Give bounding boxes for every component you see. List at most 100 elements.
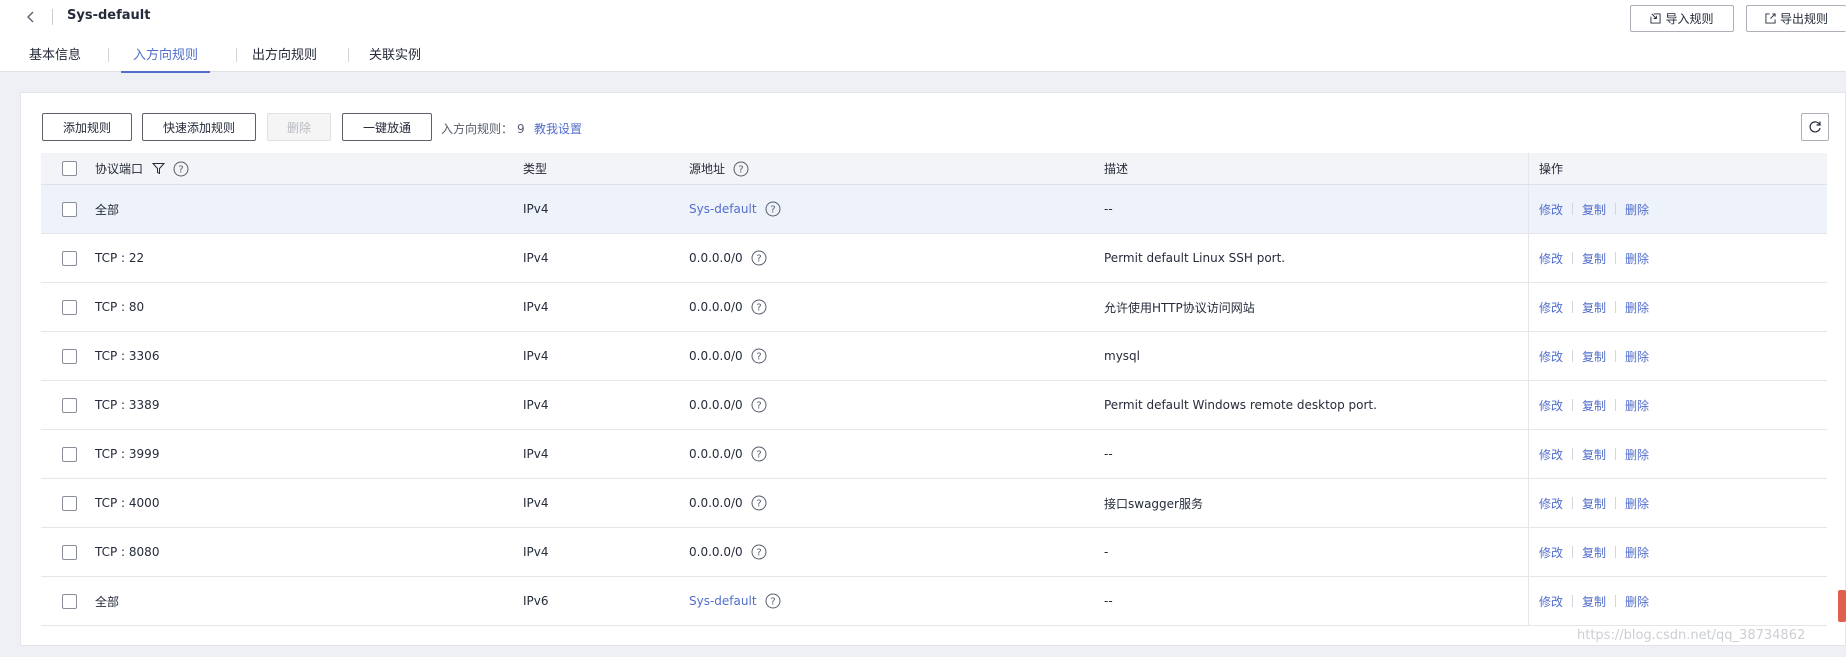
port-cell: TCP : 3306: [95, 349, 160, 363]
refresh-button[interactable]: [1801, 113, 1829, 141]
source-value: 0.0.0.0/0: [689, 251, 743, 265]
source-value: 0.0.0.0/0: [689, 496, 743, 510]
help-icon[interactable]: ?: [751, 446, 767, 462]
help-icon[interactable]: ?: [751, 544, 767, 560]
help-icon[interactable]: ?: [173, 161, 189, 177]
help-icon[interactable]: ?: [765, 593, 781, 609]
help-icon[interactable]: ?: [751, 299, 767, 315]
action-divider: [1615, 546, 1617, 558]
filter-icon[interactable]: [152, 162, 166, 175]
actions-cell: 修改 复制 删除: [1539, 185, 1649, 233]
quick-add-rule-button[interactable]: 快速添加规则: [142, 113, 256, 141]
back-button[interactable]: [20, 6, 42, 28]
row-checkbox[interactable]: [62, 495, 77, 511]
action-divider: [1572, 301, 1574, 313]
actions-cell: 修改 复制 删除: [1539, 283, 1649, 331]
help-icon[interactable]: ?: [751, 495, 767, 511]
copy-link[interactable]: 复制: [1582, 397, 1606, 414]
column-divider: [1528, 430, 1529, 478]
action-divider: [1615, 252, 1617, 264]
description-cell: Permit default Windows remote desktop po…: [1104, 398, 1377, 412]
table-row: TCP : 4000 IPv4 0.0.0.0/0? 接口swagger服务 修改 复制 删…: [41, 479, 1827, 528]
row-checkbox[interactable]: [62, 446, 77, 462]
source-cell: 0.0.0.0/0?: [689, 381, 767, 429]
port-cell: 全部: [95, 594, 120, 609]
delete-button[interactable]: 删除: [267, 113, 331, 141]
help-icon[interactable]: ?: [751, 250, 767, 266]
delete-link[interactable]: 删除: [1625, 446, 1649, 463]
delete-link[interactable]: 删除: [1625, 495, 1649, 512]
add-rule-button[interactable]: 添加规则: [42, 113, 132, 141]
source-value: 0.0.0.0/0: [689, 300, 743, 314]
port-cell: TCP : 4000: [95, 496, 160, 510]
delete-link[interactable]: 删除: [1625, 348, 1649, 365]
port-cell: TCP : 3389: [95, 398, 160, 412]
table-row: TCP : 3389 IPv4 0.0.0.0/0? Permit default W…: [41, 381, 1827, 430]
one-click-allow-button[interactable]: 一键放通: [342, 113, 432, 141]
action-divider: [1572, 399, 1574, 411]
row-checkbox[interactable]: [62, 348, 77, 364]
help-icon[interactable]: ?: [751, 397, 767, 413]
help-me-configure-link[interactable]: 教我设置: [534, 120, 582, 137]
scrollbar-thumb[interactable]: [1838, 590, 1846, 622]
copy-link[interactable]: 复制: [1582, 593, 1606, 610]
delete-link[interactable]: 删除: [1625, 201, 1649, 218]
actions-cell: 修改 复制 删除: [1539, 332, 1649, 380]
modify-link[interactable]: 修改: [1539, 495, 1563, 512]
help-icon[interactable]: ?: [765, 201, 781, 217]
page-title: Sys-default: [67, 8, 151, 23]
modify-link[interactable]: 修改: [1539, 348, 1563, 365]
row-checkbox[interactable]: [62, 397, 77, 413]
action-divider: [1572, 546, 1574, 558]
copy-link[interactable]: 复制: [1582, 446, 1606, 463]
row-checkbox[interactable]: [62, 299, 77, 315]
type-cell: IPv4: [523, 251, 549, 265]
actions-cell: 修改 复制 删除: [1539, 577, 1649, 625]
row-checkbox[interactable]: [62, 593, 77, 609]
copy-link[interactable]: 复制: [1582, 299, 1606, 316]
action-divider: [1615, 595, 1617, 607]
modify-link[interactable]: 修改: [1539, 397, 1563, 414]
modify-link[interactable]: 修改: [1539, 446, 1563, 463]
source-value[interactable]: Sys-default: [689, 594, 757, 608]
actions-cell: 修改 复制 删除: [1539, 479, 1649, 527]
delete-link[interactable]: 删除: [1625, 397, 1649, 414]
modify-link[interactable]: 修改: [1539, 250, 1563, 267]
help-icon[interactable]: ?: [751, 348, 767, 364]
import-icon: [1650, 13, 1662, 24]
row-checkbox[interactable]: [62, 201, 77, 217]
tab-inbound-rules[interactable]: 入方向规则: [121, 44, 211, 73]
row-checkbox[interactable]: [62, 544, 77, 560]
copy-link[interactable]: 复制: [1582, 348, 1606, 365]
actions-cell: 修改 复制 删除: [1539, 528, 1649, 576]
select-all-checkbox[interactable]: [62, 161, 77, 176]
delete-link[interactable]: 删除: [1625, 250, 1649, 267]
description-cell: 接口swagger服务: [1104, 496, 1203, 511]
chevron-left-icon: [27, 11, 34, 23]
copy-link[interactable]: 复制: [1582, 495, 1606, 512]
tab-basic-info[interactable]: 基本信息: [29, 44, 81, 72]
delete-link[interactable]: 删除: [1625, 593, 1649, 610]
modify-link[interactable]: 修改: [1539, 299, 1563, 316]
copy-link[interactable]: 复制: [1582, 544, 1606, 561]
modify-link[interactable]: 修改: [1539, 593, 1563, 610]
rules-table: 协议端口 ? 类型 源地址 ? 描述 操作 全部 IPv4 Sys-default?…: [41, 153, 1827, 626]
svg-text:?: ?: [770, 597, 775, 608]
tab-associated-instances[interactable]: 关联实例: [369, 44, 421, 72]
export-rules-button[interactable]: 导出规则: [1746, 5, 1846, 32]
source-cell: 0.0.0.0/0?: [689, 332, 767, 380]
copy-link[interactable]: 复制: [1582, 201, 1606, 218]
delete-link[interactable]: 删除: [1625, 544, 1649, 561]
modify-link[interactable]: 修改: [1539, 544, 1563, 561]
tab-outbound-rules[interactable]: 出方向规则: [252, 44, 317, 72]
column-divider: [1528, 479, 1529, 527]
modify-link[interactable]: 修改: [1539, 201, 1563, 218]
row-checkbox[interactable]: [62, 250, 77, 266]
table-row: 全部 IPv4 Sys-default? -- 修改 复制 删除: [41, 185, 1827, 234]
delete-link[interactable]: 删除: [1625, 299, 1649, 316]
import-rules-button[interactable]: 导入规则: [1630, 5, 1734, 32]
port-cell: TCP : 80: [95, 300, 145, 314]
source-value[interactable]: Sys-default: [689, 202, 757, 216]
copy-link[interactable]: 复制: [1582, 250, 1606, 267]
help-icon[interactable]: ?: [733, 161, 749, 177]
